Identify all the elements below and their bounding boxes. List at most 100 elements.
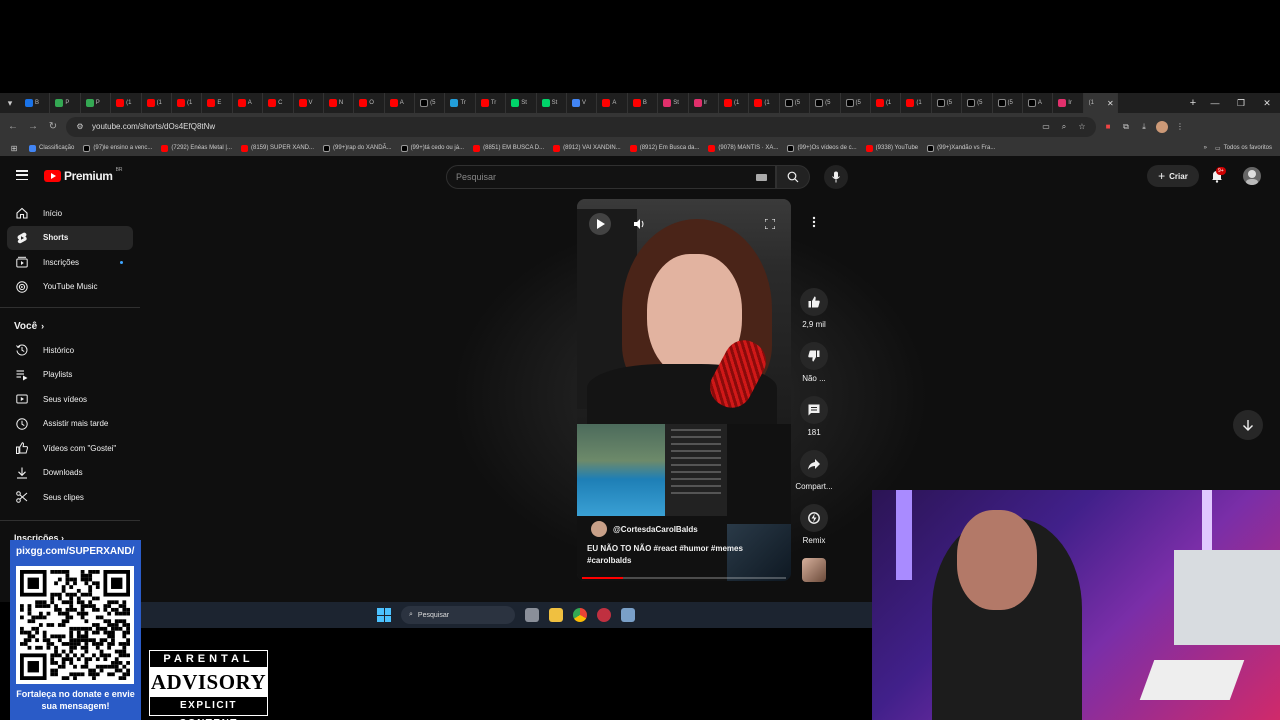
sidebar-you-heading[interactable]: Você › (0, 314, 140, 338)
bookmark-item[interactable]: (8159) SUPER XAND... (241, 144, 314, 152)
sidebar-item-clips[interactable]: Seus clipes (7, 485, 133, 510)
bookmark-item[interactable]: (99+)Xandão vs Fra... (927, 144, 995, 152)
browser-tab[interactable]: O (354, 93, 385, 113)
like-button[interactable] (800, 288, 828, 316)
browser-tab[interactable]: A (385, 93, 416, 113)
all-bookmarks-folder[interactable]: ▭ Todos os favoritos (1215, 145, 1272, 152)
bookmark-item[interactable]: (99+)tá cedo ou já... (400, 144, 464, 152)
apps-grid-icon[interactable]: ⊞ (8, 142, 20, 154)
new-tab-button[interactable]: + (1184, 97, 1202, 109)
share-action[interactable]: Compart... (794, 450, 834, 491)
browser-tab[interactable]: V (294, 93, 324, 113)
bookmark-item[interactable]: Classificação (29, 144, 74, 152)
channel-link[interactable]: @CortesdaCarolBalds (591, 521, 698, 537)
reload-button[interactable]: ↻ (46, 121, 60, 132)
task-view-icon[interactable] (525, 608, 539, 622)
minimize-button[interactable]: — (1202, 93, 1228, 113)
voice-search-button[interactable] (824, 165, 848, 189)
browser-tab[interactable]: Tr (476, 93, 507, 113)
dislike-action[interactable]: Não ... (794, 342, 834, 383)
file-explorer-icon[interactable] (549, 608, 563, 622)
browser-tab[interactable]: P (50, 93, 81, 113)
youtube-logo[interactable]: Premium BR (44, 167, 123, 183)
remix-button[interactable] (800, 504, 828, 532)
next-short-button[interactable] (1233, 410, 1263, 440)
sidebar-item-download[interactable]: Downloads (7, 461, 133, 486)
bookmark-item[interactable]: (9338) YouTube (865, 144, 918, 152)
keyboard-icon[interactable] (756, 173, 767, 181)
downloads-icon[interactable]: ⤓ (1138, 121, 1150, 133)
browser-tab[interactable]: St (506, 93, 537, 113)
windows-start-icon[interactable] (377, 608, 391, 622)
extensions-icon[interactable]: ⧉ (1120, 121, 1132, 133)
browser-tab[interactable]: (1 (172, 93, 203, 113)
bookmark-item[interactable]: (9078) MANTIS · XA... (708, 144, 778, 152)
browser-tab[interactable]: (1 (901, 93, 932, 113)
bookmark-item[interactable]: (8912) VAI XANDIN... (553, 144, 621, 152)
profile-icon[interactable] (1156, 120, 1168, 133)
maximize-button[interactable]: ❐ (1228, 93, 1254, 113)
browser-tab[interactable]: A (597, 93, 628, 113)
zoom-icon[interactable]: ⌕ (1058, 121, 1070, 133)
browser-tab[interactable]: N (324, 93, 355, 113)
sidebar-item-watch-later[interactable]: Assistir mais tarde (7, 412, 133, 437)
browser-tab[interactable]: A (1023, 93, 1054, 113)
browser-tab[interactable]: (5 (415, 93, 446, 113)
browser-tab[interactable]: P (81, 93, 112, 113)
browser-tab[interactable]: A (233, 93, 264, 113)
tab-search-button[interactable]: ▾ (0, 93, 20, 113)
volume-button[interactable] (629, 213, 651, 235)
sidebar-item-liked[interactable]: Vídeos com "Gostei" (7, 436, 133, 461)
browser-tab[interactable]: (1 (871, 93, 902, 113)
cast-icon[interactable]: ▭ (1040, 121, 1052, 133)
sidebar-item-playlists[interactable]: Playlists (7, 363, 133, 388)
sidebar-item-subscriptions[interactable]: Inscrições (7, 250, 133, 275)
browser-tab[interactable]: St (537, 93, 568, 113)
browser-tab[interactable]: (5 (962, 93, 993, 113)
browser-tab[interactable]: Ir (689, 93, 719, 113)
browser-tab[interactable]: B (20, 93, 51, 113)
browser-tab[interactable]: C (263, 93, 294, 113)
browser-tab[interactable]: B (628, 93, 659, 113)
dislike-button[interactable] (800, 342, 828, 370)
sidebar-item-home[interactable]: Início (7, 201, 133, 226)
browser-tab[interactable]: (5 (810, 93, 841, 113)
browser-tab[interactable]: Ir (1053, 93, 1084, 113)
sound-thumbnail[interactable] (802, 558, 826, 582)
shorts-player[interactable]: @CortesdaCarolBalds EU NÃO TO NÃO #react… (577, 199, 791, 581)
like-action[interactable]: 2,9 mil (794, 288, 834, 329)
bookmarks-overflow-icon[interactable]: » (1204, 145, 1207, 152)
progress-bar[interactable] (582, 577, 786, 579)
menu-hamburger-icon[interactable] (16, 170, 28, 180)
share-button[interactable] (800, 450, 828, 478)
play-pause-button[interactable] (589, 213, 611, 235)
sidebar-item-music[interactable]: YouTube Music (7, 275, 133, 300)
comments-action[interactable]: 181 (794, 396, 834, 437)
fullscreen-button[interactable] (759, 213, 781, 235)
sidebar-item-history[interactable]: Histórico (7, 338, 133, 363)
app-icon[interactable] (597, 608, 611, 622)
active-browser-tab[interactable]: (1 ✕ (1083, 93, 1118, 113)
account-avatar[interactable] (1243, 167, 1261, 185)
browser-tab[interactable]: (1 (749, 93, 780, 113)
browser-tab[interactable]: Tr (445, 93, 476, 113)
bookmark-item[interactable]: (8851) EM BUSCA D... (473, 144, 544, 152)
browser-tab[interactable]: (1 (719, 93, 750, 113)
browser-tab[interactable]: (5 (993, 93, 1023, 113)
browser-tab[interactable]: (5 (780, 93, 811, 113)
bookmark-item[interactable]: (99+)Os vídeos de c... (787, 144, 857, 152)
bookmark-item[interactable]: (97)le ensino a venc... (83, 144, 152, 152)
browser-tab[interactable]: (5 (932, 93, 963, 113)
comments-button[interactable] (800, 396, 828, 424)
browser-tab[interactable]: V (567, 93, 598, 113)
remix-action[interactable]: Remix (794, 504, 834, 545)
bookmark-item[interactable]: (8912) Em Busca da... (629, 144, 699, 152)
create-button[interactable]: + Criar (1147, 165, 1199, 187)
bookmark-star-icon[interactable]: ☆ (1076, 121, 1088, 133)
taskbar-search[interactable]: ⌕ Pesquisar (401, 606, 515, 624)
browser-tab[interactable]: (5 (841, 93, 871, 113)
sidebar-item-shorts[interactable]: Shorts (7, 225, 133, 250)
forward-button[interactable]: → (26, 121, 40, 132)
sidebar-item-your-videos[interactable]: Seus vídeos (7, 387, 133, 412)
more-options-button[interactable] (804, 212, 824, 232)
